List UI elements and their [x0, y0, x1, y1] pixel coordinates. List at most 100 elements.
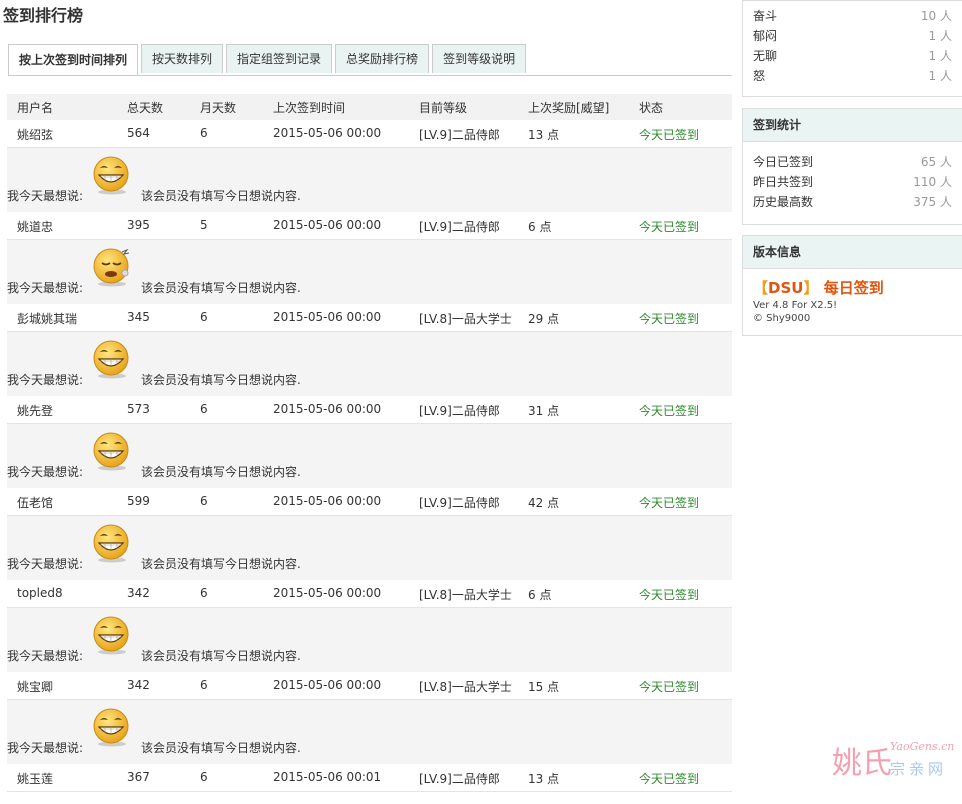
cell-reward: 31 点: [528, 404, 560, 418]
cell-month-days: 6: [200, 310, 208, 324]
cell-status: 今天已签到: [639, 220, 700, 234]
cell-username[interactable]: 姚玉莲: [17, 770, 53, 787]
cell-total-days: 342: [127, 586, 150, 600]
message-text: 该会员没有填写今日想说内容.: [141, 189, 301, 203]
plugin-brand: DSU: [768, 279, 804, 297]
cell-level: [LV.9]二品侍郎: [419, 772, 500, 786]
cell-reward: 13 点: [528, 128, 560, 142]
cell-username[interactable]: 伍老馆: [17, 494, 53, 511]
signin-record: 姚玉莲 367 6 2015-05-06 00:01 [LV.9]二品侍郎 13 点 今天已…: [7, 764, 732, 792]
copyright-line: © Shy9000: [753, 313, 811, 324]
message-row: 我今天最想说: 该会员没有填写今日想说内容.: [7, 700, 732, 764]
cell-level: [LV.9]二品侍郎: [419, 496, 500, 510]
cell-month-days: 6: [200, 126, 208, 140]
mood-count: 10 人: [920, 9, 952, 23]
cell-total-days: 599: [127, 494, 150, 508]
cell-status: 今天已签到: [639, 312, 700, 326]
cell-last-signin: 2015-05-06 00:01: [273, 770, 382, 784]
tab-level-info[interactable]: 签到等级说明: [432, 44, 527, 73]
stat-value: 65 人: [920, 155, 952, 169]
tab-group-records[interactable]: 指定组签到记录: [226, 44, 333, 73]
sign-stats-title: 签到统计: [743, 109, 962, 142]
grinning-face-icon: [93, 340, 129, 379]
cell-level: [LV.8]一品大学士: [419, 680, 512, 694]
message-label: 我今天最想说:: [7, 741, 84, 755]
cell-level: [LV.9]二品侍郎: [419, 404, 500, 418]
cell-last-signin: 2015-05-06 00:00: [273, 218, 382, 232]
header-reward: 上次奖励[威望]: [528, 101, 610, 115]
cell-level: [LV.8]一品大学士: [419, 312, 512, 326]
cell-reward: 6 点: [528, 220, 552, 234]
header-level: 目前等级: [419, 101, 468, 115]
bracket-open: 【: [753, 279, 769, 297]
mood-name: 怒: [753, 69, 766, 83]
watermark-url: YaoGens.cn: [890, 740, 955, 753]
message-text: 该会员没有填写今日想说内容.: [141, 465, 301, 479]
tab-bar: 按上次签到时间排列 按天数排列 指定组签到记录 总奖励排行榜 签到等级说明: [8, 44, 529, 76]
cell-month-days: 6: [200, 494, 208, 508]
cell-status: 今天已签到: [639, 772, 700, 786]
watermark-main: 姚氏: [832, 746, 892, 781]
sign-stat-row: 历史最高数 375 人: [743, 190, 962, 210]
message-label: 我今天最想说:: [7, 373, 84, 387]
cell-month-days: 6: [200, 402, 208, 416]
cell-last-signin: 2015-05-06 00:00: [273, 310, 382, 324]
cell-last-signin: 2015-05-06 00:00: [273, 586, 382, 600]
sign-stat-row: 昨日共签到 110 人: [743, 170, 962, 190]
cell-username[interactable]: 姚道忠: [17, 218, 53, 235]
stat-value: 110 人: [913, 175, 952, 189]
grinning-face-icon: [93, 708, 129, 747]
mood-name: 郁闷: [753, 29, 778, 43]
cell-last-signin: 2015-05-06 00:00: [273, 678, 382, 692]
cell-level: [LV.9]二品侍郎: [419, 128, 500, 142]
tab-divider: [8, 75, 732, 76]
sign-stat-row: 今日已签到 65 人: [743, 150, 962, 170]
sleepy-face-icon: [93, 248, 130, 287]
cell-username[interactable]: 彭城姚其瑞: [17, 310, 77, 327]
cell-total-days: 367: [127, 770, 150, 784]
cell-total-days: 564: [127, 126, 150, 140]
version-box: 版本信息 【DSU】 每日签到 Ver 4.8 For X2.5! © Shy9…: [742, 235, 962, 336]
mood-stat-row: 无聊 1 人: [743, 44, 962, 64]
mood-name: 无聊: [753, 49, 778, 63]
tab-reward-ranking[interactable]: 总奖励排行榜: [335, 44, 430, 73]
grinning-face-icon: [93, 432, 129, 471]
stat-value: 375 人: [913, 195, 952, 209]
site-watermark: 姚氏 YaoGens.cn 宗亲网: [832, 736, 960, 781]
message-label: 我今天最想说:: [7, 557, 84, 571]
message-label: 我今天最想说:: [7, 465, 84, 479]
message-text: 该会员没有填写今日想说内容.: [141, 649, 301, 663]
page-title: 签到排行榜: [3, 6, 84, 25]
cell-username[interactable]: 姚先登: [17, 402, 53, 419]
cell-total-days: 345: [127, 310, 150, 324]
cell-total-days: 395: [127, 218, 150, 232]
version-line: Ver 4.8 For X2.5!: [753, 300, 838, 311]
tab-by-last-time[interactable]: 按上次签到时间排列: [8, 44, 139, 76]
mood-count: 1 人: [928, 29, 952, 43]
stat-name: 今日已签到: [753, 155, 814, 169]
watermark-sub: 宗亲网: [890, 760, 948, 778]
mood-stat-row: 郁闷 1 人: [743, 24, 962, 44]
cell-username[interactable]: 姚绍弦: [17, 126, 53, 143]
mood-stats-box: 奋斗 10 人 郁闷 1 人 无聊 1 人 怒 1 人: [742, 0, 962, 97]
signin-record: topled8 342 6 2015-05-06 00:00 [LV.8]一品大学士 6 …: [7, 580, 732, 608]
cell-reward: 6 点: [528, 588, 552, 602]
header-username: 用户名: [17, 101, 54, 115]
message-row: 我今天最想说: 该会员没有填写今日想说内容.: [7, 516, 732, 580]
cell-last-signin: 2015-05-06 00:00: [273, 126, 382, 140]
cell-total-days: 342: [127, 678, 150, 692]
header-last-signin: 上次签到时间: [273, 101, 346, 115]
message-text: 该会员没有填写今日想说内容.: [141, 281, 301, 295]
cell-username[interactable]: topled8: [17, 586, 63, 600]
message-label: 我今天最想说:: [7, 189, 84, 203]
tab-by-days[interactable]: 按天数排列: [141, 44, 224, 73]
version-title: 版本信息: [743, 236, 962, 269]
message-label: 我今天最想说:: [7, 649, 84, 663]
cell-last-signin: 2015-05-06 00:00: [273, 494, 382, 508]
table-row: 姚绍弦 564 6 2015-05-06 00:00 [LV.9]二品侍郎 13 点 今天已…: [7, 120, 732, 212]
stat-name: 历史最高数: [753, 195, 814, 209]
plugin-name[interactable]: 【DSU】 每日签到: [753, 277, 952, 298]
mood-stat-row: 奋斗 10 人: [743, 4, 962, 24]
cell-username[interactable]: 姚宝卿: [17, 678, 53, 695]
cell-status: 今天已签到: [639, 496, 700, 510]
